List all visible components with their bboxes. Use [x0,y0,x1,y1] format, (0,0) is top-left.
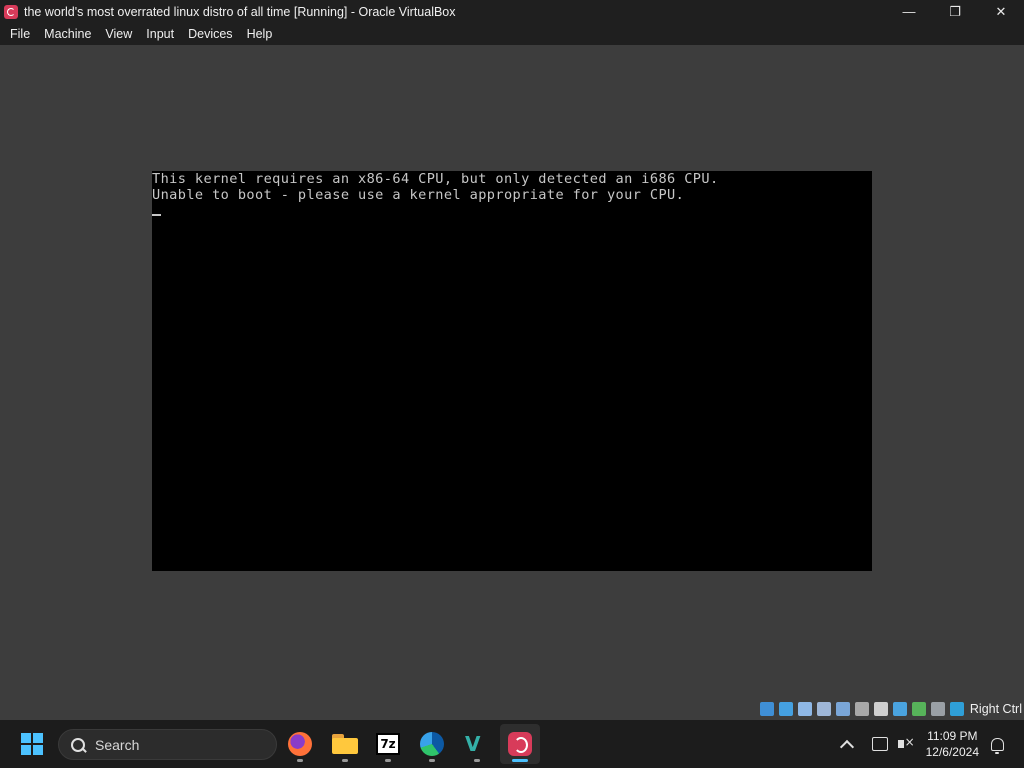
chevron-up-icon[interactable] [839,739,854,755]
audio-icon[interactable] [797,702,812,716]
running-indicator [474,759,480,762]
running-indicator [297,759,303,762]
system-tray: 11:09 PM 12/6/2024 [839,720,1024,768]
folder-icon [332,734,358,754]
recording-icon[interactable] [892,702,907,716]
vm-display-area: This kernel requires an x86-64 CPU, but … [0,45,1024,698]
hard-disk-icon[interactable] [759,702,774,716]
menu-help[interactable]: Help [247,27,273,41]
windows-logo-icon [21,733,31,743]
display-icon[interactable] [873,702,888,716]
firefox-icon [288,732,312,756]
close-button[interactable]: ✕ [978,0,1024,23]
clock[interactable]: 11:09 PM 12/6/2024 [926,728,979,760]
taskbar: Search 7z V 11:09 PM 12/6/2024 [0,720,1024,768]
start-button[interactable] [21,733,43,755]
maximize-button[interactable]: ❐ [932,0,978,23]
taskbar-7zip[interactable]: 7z [368,724,408,764]
menu-view[interactable]: View [105,27,132,41]
taskbar-firefox[interactable] [280,724,320,764]
vm-status-bar: Right Ctrl [0,698,1024,720]
menu-devices[interactable]: Devices [188,27,232,41]
title-bar: the world's most overrated linux distro … [0,0,1024,23]
network-icon[interactable] [816,702,831,716]
volume-muted-icon[interactable] [897,735,915,751]
running-indicator [385,759,391,762]
clock-time: 11:09 PM [927,729,978,743]
virtualbox-glyph: V [465,732,481,756]
vm-screen[interactable]: This kernel requires an x86-64 CPU, but … [152,171,872,571]
taskbar-edge[interactable] [412,724,452,764]
status-icons: Right Ctrl [759,700,1024,718]
search-icon [71,737,85,752]
console-line-1: This kernel requires an x86-64 CPU, but … [152,171,719,187]
running-indicator [342,759,348,762]
virtualbox-vm-icon [4,4,18,19]
host-key-label: Right Ctrl [969,702,1022,716]
console-line-2: Unable to boot - please use a kernel app… [152,187,685,203]
taskbar-file-explorer[interactable] [325,724,365,764]
menu-bar: File Machine View Input Devices Help [0,23,1024,45]
menu-machine[interactable]: Machine [44,27,91,41]
window-title: the world's most overrated linux distro … [24,4,456,19]
taskbar-vm-window[interactable] [500,724,540,764]
optical-drive-icon[interactable] [778,702,793,716]
notification-bell-icon[interactable] [991,737,1004,754]
window-controls: — ❐ ✕ [886,0,1024,23]
minimize-button[interactable]: — [886,0,932,23]
edge-icon [420,732,444,756]
active-indicator [512,759,528,762]
debian-swirl-icon [508,732,532,756]
shared-folders-icon[interactable] [854,702,869,716]
taskbar-virtualbox[interactable]: V [457,724,497,764]
virtualbox-icon: V [465,732,489,756]
usb-icon[interactable] [835,702,850,716]
mouse-integration-icon[interactable] [930,702,945,716]
network-display-icon[interactable] [871,737,888,751]
menu-input[interactable]: Input [146,27,174,41]
menu-file[interactable]: File [10,27,30,41]
search-placeholder: Search [95,736,140,753]
running-indicator [429,759,435,762]
taskbar-search[interactable]: Search [58,729,277,760]
clock-date: 12/6/2024 [925,745,979,759]
text-cursor [152,214,161,216]
keyboard-capture-icon[interactable] [949,702,964,716]
7zip-icon: 7z [376,733,400,755]
cpu-icon[interactable] [911,702,926,716]
